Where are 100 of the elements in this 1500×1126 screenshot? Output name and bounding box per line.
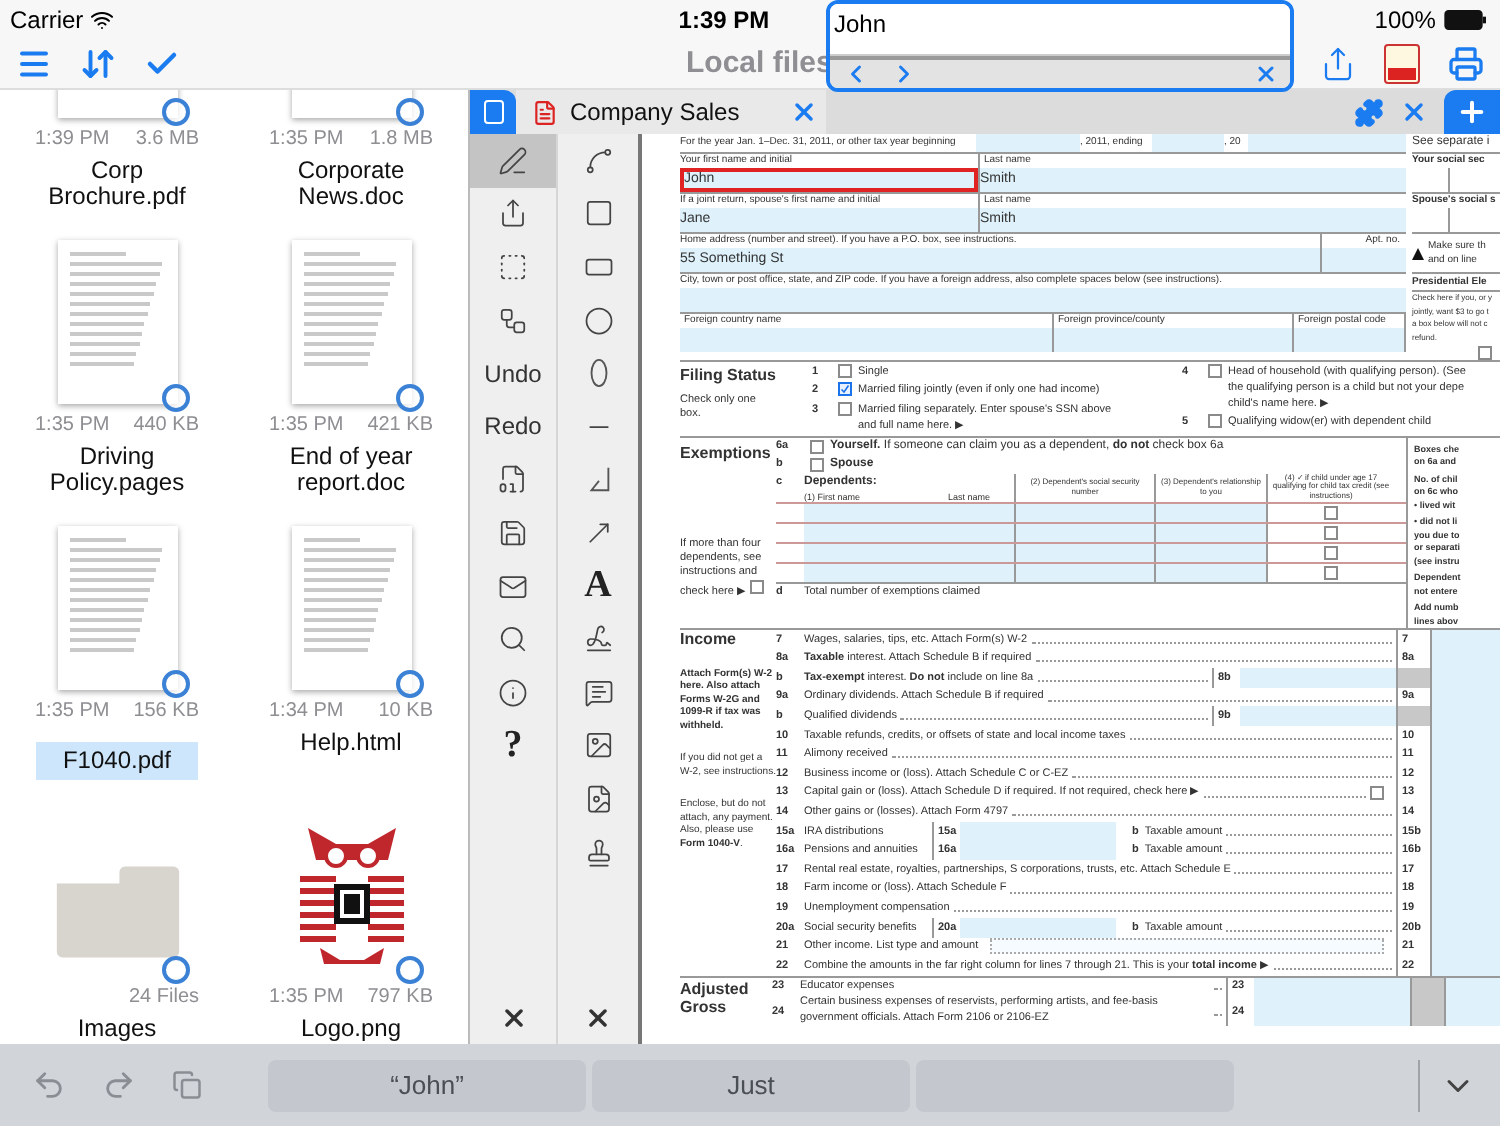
puzzle-icon[interactable] [1354, 97, 1384, 127]
foreign-address-field[interactable] [680, 328, 1052, 352]
section-title: Exemptions [680, 441, 773, 465]
dependent-ssn-field[interactable] [1014, 523, 1154, 541]
print-icon[interactable] [1448, 46, 1484, 82]
tool-button[interactable]: Redo [470, 399, 556, 454]
file-time: 1:35 PM [269, 984, 344, 1012]
redo-icon[interactable] [102, 1068, 136, 1102]
file-time: 1:39 PM [35, 126, 110, 154]
amount-field[interactable] [1254, 996, 1410, 1027]
dependent-name-field[interactable] [804, 563, 1014, 581]
shaded-cell [1396, 668, 1430, 688]
tool-button[interactable]: Undo [470, 346, 556, 400]
dependent-ssn-field[interactable] [1014, 503, 1154, 521]
file-size: 156 KB [133, 698, 199, 726]
relationship-field[interactable] [1154, 543, 1266, 561]
amount-field[interactable] [960, 841, 1116, 861]
tab-title: Company Sales [570, 96, 740, 130]
checkbox[interactable] [838, 401, 852, 415]
file-size: 10 KB [378, 698, 433, 726]
file-time: 1:35 PM [269, 126, 344, 154]
sidebar-toggle-button[interactable] [470, 90, 516, 134]
undo-icon[interactable] [32, 1068, 66, 1102]
file-size: 1.8 MB [369, 126, 433, 154]
section-title: Adjusted Gross [680, 977, 751, 1020]
checkbox[interactable] [749, 580, 764, 594]
file-time: 1:35 PM [269, 412, 344, 440]
pdf-icon[interactable] [1384, 44, 1420, 84]
other-income-field[interactable] [990, 938, 1384, 955]
suggestion-button[interactable]: Just [592, 1059, 910, 1111]
file-name[interactable]: Images [77, 1016, 157, 1042]
checkbox[interactable] [1324, 565, 1338, 579]
checkbox[interactable] [838, 382, 852, 397]
file-size: 24 Files [128, 984, 199, 1012]
paste-icon[interactable] [172, 1070, 202, 1100]
tool-button[interactable]: ? [470, 719, 556, 773]
share-icon[interactable] [1320, 46, 1356, 82]
relationship-field[interactable] [1154, 563, 1266, 581]
amount-field[interactable] [1430, 956, 1500, 976]
foreign-address-field[interactable] [1294, 328, 1404, 352]
amount-field[interactable] [1240, 706, 1396, 726]
file-name[interactable]: End of year report.doc [265, 444, 437, 496]
sort-icon[interactable] [80, 46, 116, 82]
pdf-file-icon [532, 99, 558, 125]
relationship-field[interactable] [1154, 523, 1266, 541]
file-time: 1:35 PM [35, 698, 110, 726]
dependent-name-field[interactable] [804, 503, 1014, 521]
checkbox[interactable] [1324, 505, 1338, 519]
checkbox[interactable] [1324, 545, 1338, 559]
file-time: 1:34 PM [269, 698, 344, 726]
dependent-ssn-field[interactable] [1014, 563, 1154, 581]
file-name[interactable]: F1040.pdf [36, 742, 198, 780]
add-tab-button[interactable] [1444, 90, 1500, 134]
shaded-cell [1396, 706, 1430, 726]
search-field[interactable]: John [830, 4, 1290, 56]
checkbox[interactable] [1370, 786, 1384, 801]
warning-triangle-icon [1412, 247, 1424, 259]
checkbox[interactable] [838, 364, 852, 378]
relationship-field[interactable] [1154, 503, 1266, 521]
checkbox[interactable] [810, 457, 824, 471]
foreign-address-field[interactable] [1054, 328, 1292, 352]
amount-field[interactable] [1444, 996, 1500, 1027]
file-name[interactable]: Logo.png [300, 1016, 402, 1042]
document-tab[interactable]: Company Sales [516, 90, 826, 134]
pen-icon[interactable] [470, 134, 556, 188]
file-name[interactable]: Help.html [300, 730, 402, 756]
dependent-name-field[interactable] [804, 523, 1014, 541]
menu-icon[interactable] [16, 46, 52, 82]
amount-field[interactable] [960, 917, 1116, 937]
dependent-name-field[interactable] [804, 543, 1014, 561]
checkbox[interactable] [1478, 346, 1492, 360]
file-size: 797 KB [367, 984, 433, 1012]
checkbox[interactable] [1208, 414, 1222, 428]
amount-field[interactable] [1430, 630, 1500, 650]
file-name[interactable]: Corporate News.doc [265, 158, 437, 210]
file-name[interactable]: Driving Policy.pages [31, 444, 203, 496]
date-field[interactable] [1152, 134, 1224, 152]
status-time: 1:39 PM [678, 4, 772, 38]
close-icon[interactable] [584, 1004, 612, 1032]
battery-icon [1441, 10, 1490, 30]
checkbox[interactable] [810, 439, 824, 453]
city-field[interactable] [680, 288, 1406, 312]
date-field[interactable] [976, 134, 1080, 152]
file-name[interactable]: Corp Brochure.pdf [31, 158, 203, 210]
search-popover[interactable]: John [826, 0, 1294, 92]
checkbox[interactable] [1324, 525, 1338, 539]
tool-button[interactable]: A [558, 559, 638, 613]
checkbox[interactable] [1208, 364, 1222, 378]
file-size: 3.6 MB [135, 126, 199, 154]
amount-field[interactable] [960, 821, 1116, 842]
suggestion-button[interactable]: “John” [268, 1059, 586, 1111]
date-field[interactable] [1248, 134, 1406, 152]
amount-field[interactable] [1240, 668, 1396, 688]
section-title: Income [680, 634, 739, 647]
apartment-field[interactable] [1322, 248, 1406, 272]
file-size: 440 KB [133, 412, 199, 440]
battery-percent: 100% [1374, 4, 1436, 38]
section-title: Filing Status [680, 364, 778, 388]
close-icon[interactable] [499, 1004, 527, 1032]
dependent-ssn-field[interactable] [1014, 543, 1154, 561]
